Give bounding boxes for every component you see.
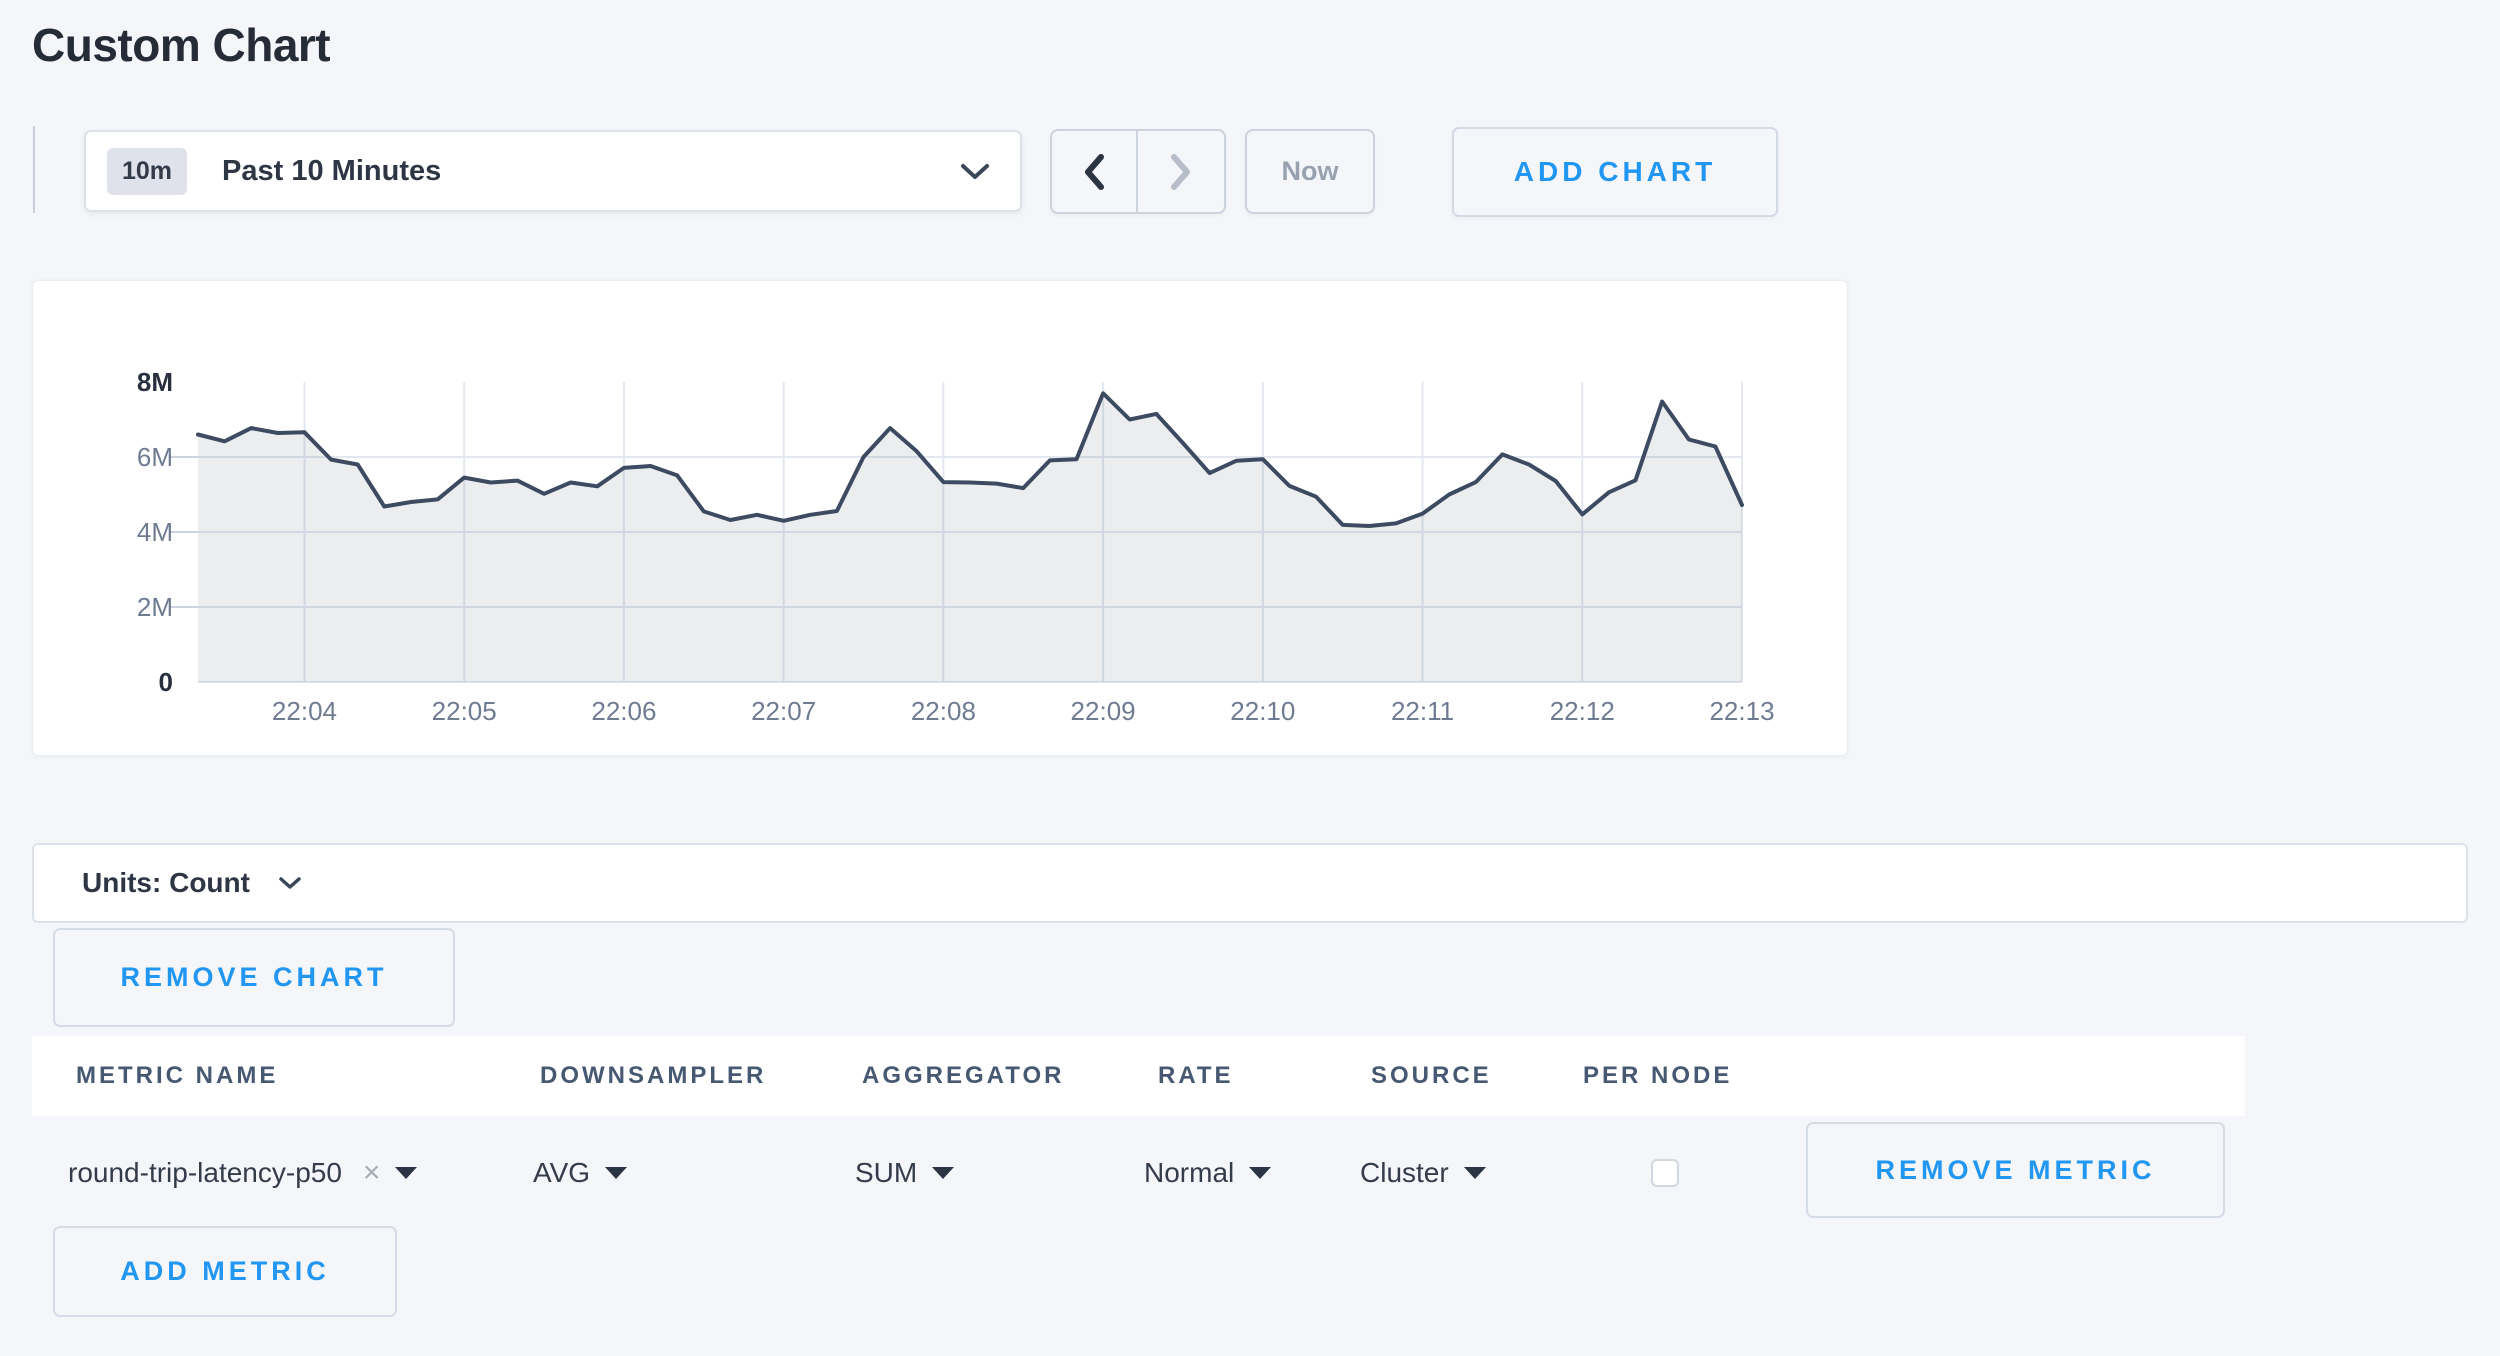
- aggregator-value: SUM: [855, 1157, 917, 1189]
- caret-down-icon: [932, 1167, 954, 1179]
- chart-card: 0 2M 4M 6M 8M 22:04 22:05 22:06 22:07 22:08 22:09…: [32, 280, 1848, 756]
- y-axis-tick-label: 6M: [33, 441, 173, 473]
- x-axis-tick-label: 22:07: [751, 696, 816, 727]
- chevron-right-icon: [1170, 153, 1192, 191]
- y-axis-tick-label: 0: [33, 666, 173, 698]
- page-title: Custom Chart: [32, 18, 330, 72]
- time-window-badge: 10m: [107, 148, 187, 195]
- caret-down-icon: [605, 1167, 627, 1179]
- metric-name-select[interactable]: round-trip-latency-p50 ×: [68, 1155, 417, 1191]
- rate-select[interactable]: Normal: [1144, 1155, 1271, 1191]
- x-axis-tick-label: 22:13: [1709, 696, 1774, 727]
- remove-chart-button[interactable]: REMOVE CHART: [53, 928, 455, 1027]
- clear-metric-icon[interactable]: ×: [363, 1156, 381, 1190]
- caret-down-icon: [1464, 1167, 1486, 1179]
- source-select[interactable]: Cluster: [1360, 1155, 1486, 1191]
- x-axis-tick-label: 22:04: [272, 696, 337, 727]
- downsampler-select[interactable]: AVG: [533, 1155, 627, 1191]
- remove-metric-button[interactable]: REMOVE METRIC: [1806, 1122, 2225, 1218]
- series-area-fill: [198, 393, 1742, 682]
- x-axis-tick-label: 22:06: [591, 696, 656, 727]
- column-header-per-node: PER NODE: [1583, 1062, 1732, 1090]
- y-axis-tick-label: 4M: [33, 516, 173, 548]
- add-metric-button[interactable]: ADD METRIC: [53, 1226, 397, 1317]
- column-header-aggregator: AGGREGATOR: [862, 1062, 1064, 1090]
- rate-value: Normal: [1144, 1157, 1234, 1189]
- next-time-button[interactable]: [1138, 131, 1224, 212]
- chevron-left-icon: [1083, 153, 1105, 191]
- timeseries-area-chart[interactable]: [198, 382, 1742, 682]
- column-header-rate: RATE: [1158, 1062, 1234, 1090]
- prev-time-button[interactable]: [1052, 131, 1138, 212]
- time-window-label: Past 10 Minutes: [222, 155, 441, 188]
- y-axis-tick-label: 8M: [33, 366, 173, 398]
- time-pager: [1050, 129, 1226, 214]
- source-value: Cluster: [1360, 1157, 1449, 1189]
- x-axis-tick-label: 22:11: [1391, 696, 1454, 727]
- x-axis-tick-label: 22:10: [1230, 696, 1295, 727]
- column-header-metric-name: METRIC NAME: [76, 1062, 278, 1090]
- caret-down-icon: [1249, 1167, 1271, 1179]
- x-axis-tick-label: 22:12: [1550, 696, 1615, 727]
- add-chart-button[interactable]: ADD CHART: [1452, 127, 1778, 217]
- x-axis-tick-label: 22:08: [911, 696, 976, 727]
- column-header-downsampler: DOWNSAMPLER: [540, 1062, 766, 1090]
- units-dropdown[interactable]: Units: Count: [32, 843, 2468, 923]
- per-node-checkbox[interactable]: [1651, 1159, 1679, 1187]
- caret-down-icon: [395, 1167, 417, 1179]
- y-axis-tick-label: 2M: [33, 591, 173, 623]
- chevron-down-icon: [960, 163, 990, 180]
- units-label: Units: Count: [82, 867, 250, 899]
- metric-name-value: round-trip-latency-p50: [68, 1157, 342, 1189]
- column-header-source: SOURCE: [1371, 1062, 1492, 1090]
- metrics-table-header: METRIC NAME DOWNSAMPLER AGGREGATOR RATE …: [32, 1036, 2245, 1116]
- aggregator-select[interactable]: SUM: [855, 1155, 954, 1191]
- time-range-dropdown[interactable]: 10m Past 10 Minutes: [84, 130, 1022, 212]
- toolbar-divider: [33, 126, 35, 213]
- now-button[interactable]: Now: [1245, 129, 1375, 214]
- chevron-down-icon: [278, 876, 302, 890]
- downsampler-value: AVG: [533, 1157, 590, 1189]
- x-axis-tick-label: 22:05: [432, 696, 497, 727]
- x-axis-tick-label: 22:09: [1071, 696, 1136, 727]
